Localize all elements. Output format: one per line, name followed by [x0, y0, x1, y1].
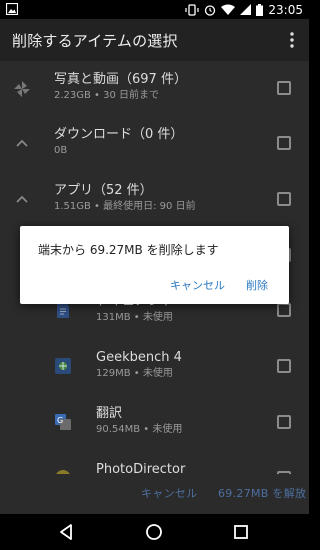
status-bar: 23:05 [0, 0, 309, 19]
app-row-geekbench[interactable]: Geekbench 4 129MB • 未使用 [0, 339, 309, 395]
back-icon[interactable] [57, 522, 77, 542]
wifi-icon [221, 4, 236, 15]
vibrate-icon [185, 3, 200, 16]
app-bar: 削除するアイテムの選択 [0, 19, 309, 61]
bottom-action-bar: キャンセル 69.27MB を解放 [0, 474, 309, 514]
page-title: 削除するアイテムの選択 [12, 32, 178, 50]
app-name: Geekbench 4 [96, 350, 182, 365]
image-notification-icon [6, 3, 18, 15]
category-row-downloads[interactable]: ダウンロード（0 件） 0B [0, 116, 309, 172]
category-row-apps[interactable]: アプリ（52 件） 1.51GB • 最終使用日: 90 日前 [0, 172, 309, 228]
checkbox[interactable] [277, 303, 291, 317]
chevron-up-icon[interactable] [12, 190, 32, 210]
dialog-message: 端末から 69.27MB を削除します [38, 243, 219, 257]
overflow-menu-icon[interactable] [283, 30, 301, 50]
app-name: 翻訳 [96, 406, 123, 421]
navigation-bar [0, 514, 309, 550]
svg-text:G: G [57, 416, 63, 425]
category-title: アプリ（52 件） [54, 183, 153, 198]
alarm-icon [204, 4, 216, 16]
checkbox[interactable] [277, 192, 291, 206]
dialog-delete-button[interactable]: 削除 [246, 277, 268, 293]
category-subtitle: 0B [54, 145, 68, 156]
category-subtitle: 2.23GB • 30 日前まで [54, 90, 160, 101]
status-time: 23:05 [268, 2, 303, 17]
category-title: 写真と動画（697 件） [54, 72, 187, 87]
signal-icon [240, 4, 252, 15]
pinwheel-icon [12, 79, 32, 99]
category-subtitle: 1.51GB • 最終使用日: 90 日前 [54, 201, 196, 212]
confirm-delete-dialog: 端末から 69.27MB を削除します キャンセル 削除 [20, 226, 289, 304]
category-row-photos[interactable]: 写真と動画（697 件） 2.23GB • 30 日前まで [0, 61, 309, 117]
category-title: ダウンロード（0 件） [54, 127, 184, 142]
app-row-translate[interactable]: G 翻訳 90.54MB • 未使用 [0, 395, 309, 451]
app-subtitle: 131MB • 未使用 [96, 312, 173, 323]
dialog-cancel-button[interactable]: キャンセル [170, 277, 225, 293]
geekbench-icon [54, 357, 72, 375]
home-icon[interactable] [144, 522, 164, 542]
checkbox[interactable] [277, 81, 291, 95]
checkbox[interactable] [277, 359, 291, 373]
free-space-button[interactable]: 69.27MB を解放 [218, 485, 306, 501]
app-subtitle: 129MB • 未使用 [96, 368, 173, 379]
footer-cancel-button[interactable]: キャンセル [141, 485, 198, 501]
app-subtitle: 90.54MB • 未使用 [96, 424, 183, 435]
translate-icon: G [54, 413, 72, 431]
checkbox[interactable] [277, 415, 291, 429]
recents-icon[interactable] [231, 522, 251, 542]
chevron-up-icon[interactable] [12, 134, 32, 154]
battery-icon [256, 3, 264, 16]
checkbox[interactable] [277, 136, 291, 150]
